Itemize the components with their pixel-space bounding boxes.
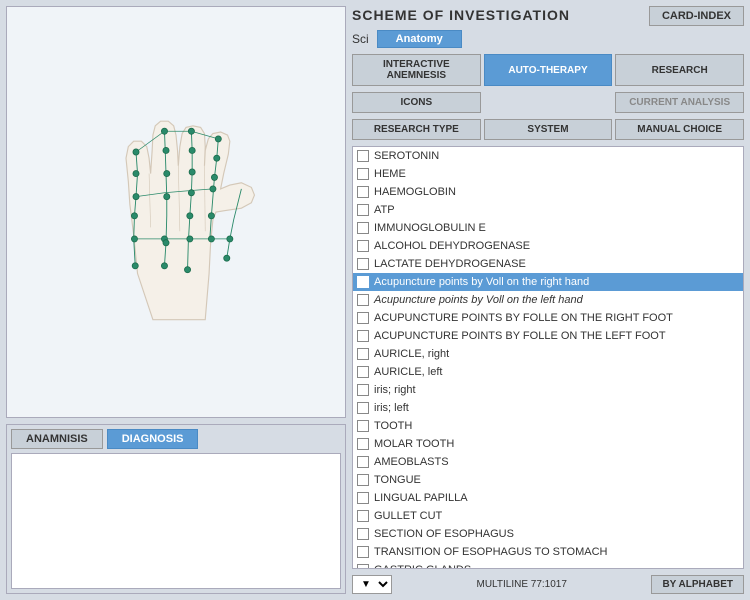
nav-row-2: ICONS CURRENT ANALYSIS bbox=[352, 92, 744, 113]
anatomy-button[interactable]: Anatomy bbox=[377, 30, 462, 48]
list-item[interactable]: Acupuncture points by Voll on the right … bbox=[353, 273, 743, 291]
scheme-title: SCHEME OF INVESTIGATION bbox=[352, 7, 570, 23]
diagnosis-content bbox=[11, 453, 341, 589]
list-item[interactable]: HAEMOGLOBIN bbox=[353, 183, 743, 201]
list-item[interactable]: TONGUE bbox=[353, 471, 743, 489]
list-checkbox[interactable] bbox=[357, 546, 369, 558]
list-item[interactable]: AURICLE, right bbox=[353, 345, 743, 363]
list-item[interactable]: iris; left bbox=[353, 399, 743, 417]
bottom-left-panel: ANAMNISIS DIAGNOSIS bbox=[6, 424, 346, 594]
list-checkbox[interactable] bbox=[357, 150, 369, 162]
list-checkbox[interactable] bbox=[357, 510, 369, 522]
list-checkbox[interactable] bbox=[357, 420, 369, 432]
current-analysis-button[interactable]: CURRENT ANALYSIS bbox=[615, 92, 744, 113]
dropdown-select[interactable]: ▼ bbox=[352, 575, 392, 594]
multiline-label: MULTILINE 77:1017 bbox=[396, 579, 647, 590]
list-checkbox[interactable] bbox=[357, 366, 369, 378]
list-checkbox[interactable] bbox=[357, 564, 369, 569]
list-item[interactable]: LINGUAL PAPILLA bbox=[353, 489, 743, 507]
right-panel: SCHEME OF INVESTIGATION CARD-INDEX Sci A… bbox=[352, 6, 744, 594]
anamnisis-tab[interactable]: ANAMNISIS bbox=[11, 429, 103, 449]
list-checkbox[interactable] bbox=[357, 312, 369, 324]
list-checkbox[interactable] bbox=[357, 384, 369, 396]
card-index-button[interactable]: CARD-INDEX bbox=[649, 6, 744, 26]
auto-therapy-button[interactable]: AUTO-THERAPY bbox=[484, 54, 613, 86]
manual-choice-button[interactable]: MANUAL CHOICE bbox=[615, 119, 744, 140]
list-item[interactable]: TRANSITION OF ESOPHAGUS TO STOMACH bbox=[353, 543, 743, 561]
list-item[interactable]: ATP bbox=[353, 201, 743, 219]
list-checkbox[interactable] bbox=[357, 330, 369, 342]
research-type-button[interactable]: RESEARCH TYPE bbox=[352, 119, 481, 140]
research-button[interactable]: RESEARCH bbox=[615, 54, 744, 86]
list-item[interactable]: MOLAR TOOTH bbox=[353, 435, 743, 453]
items-list[interactable]: SEROTONINHEMEHAEMOGLOBINATPIMMUNOGLOBULI… bbox=[352, 146, 744, 569]
list-item[interactable]: iris; right bbox=[353, 381, 743, 399]
list-item[interactable]: ALCOHOL DEHYDROGENASE bbox=[353, 237, 743, 255]
nav-row-3: RESEARCH TYPE SYSTEM MANUAL CHOICE bbox=[352, 119, 744, 140]
system-button[interactable]: SYSTEM bbox=[484, 119, 613, 140]
hand-image-box bbox=[6, 6, 346, 418]
list-item[interactable]: TOOTH bbox=[353, 417, 743, 435]
list-item[interactable]: ACUPUNCTURE POINTS BY FOLLE ON THE RIGHT… bbox=[353, 309, 743, 327]
list-item[interactable]: GULLET CUT bbox=[353, 507, 743, 525]
list-checkbox[interactable] bbox=[357, 402, 369, 414]
interactive-anemnesis-button[interactable]: INTERACTIVE ANEMNESIS bbox=[352, 54, 481, 86]
list-checkbox[interactable] bbox=[357, 258, 369, 270]
list-checkbox[interactable] bbox=[357, 474, 369, 486]
list-checkbox[interactable] bbox=[357, 438, 369, 450]
list-checkbox[interactable] bbox=[357, 222, 369, 234]
list-checkbox[interactable] bbox=[357, 456, 369, 468]
diagnosis-tab[interactable]: DIAGNOSIS bbox=[107, 429, 199, 449]
nav-row-1: INTERACTIVE ANEMNESIS AUTO-THERAPY RESEA… bbox=[352, 54, 744, 86]
list-checkbox[interactable] bbox=[357, 276, 369, 288]
list-item[interactable]: LACTATE DEHYDROGENASE bbox=[353, 255, 743, 273]
list-item[interactable]: Acupuncture points by Voll on the left h… bbox=[353, 291, 743, 309]
top-bar: Sci Anatomy bbox=[352, 30, 744, 48]
by-alphabet-button[interactable]: BY ALPHABET bbox=[651, 575, 744, 594]
list-item[interactable]: HEME bbox=[353, 165, 743, 183]
list-item[interactable]: AMEOBLASTS bbox=[353, 453, 743, 471]
sci-label: Sci bbox=[352, 32, 369, 46]
bottom-bar: ▼ MULTILINE 77:1017 BY ALPHABET bbox=[352, 575, 744, 594]
list-item[interactable]: SEROTONIN bbox=[353, 147, 743, 165]
list-checkbox[interactable] bbox=[357, 528, 369, 540]
hand-diagram bbox=[76, 72, 276, 352]
list-checkbox[interactable] bbox=[357, 348, 369, 360]
list-checkbox[interactable] bbox=[357, 186, 369, 198]
list-checkbox[interactable] bbox=[357, 294, 369, 306]
list-item[interactable]: ACUPUNCTURE POINTS BY FOLLE ON THE LEFT … bbox=[353, 327, 743, 345]
icons-button[interactable]: ICONS bbox=[352, 92, 481, 113]
list-checkbox[interactable] bbox=[357, 204, 369, 216]
list-checkbox[interactable] bbox=[357, 492, 369, 504]
list-item[interactable]: AURICLE, left bbox=[353, 363, 743, 381]
list-checkbox[interactable] bbox=[357, 168, 369, 180]
list-item[interactable]: GASTRIC GLANDS bbox=[353, 561, 743, 569]
list-item[interactable]: IMMUNOGLOBULIN E bbox=[353, 219, 743, 237]
left-panel: ANAMNISIS DIAGNOSIS bbox=[6, 6, 346, 594]
list-item[interactable]: SECTION OF ESOPHAGUS bbox=[353, 525, 743, 543]
list-checkbox[interactable] bbox=[357, 240, 369, 252]
tab-row: ANAMNISIS DIAGNOSIS bbox=[7, 425, 345, 449]
